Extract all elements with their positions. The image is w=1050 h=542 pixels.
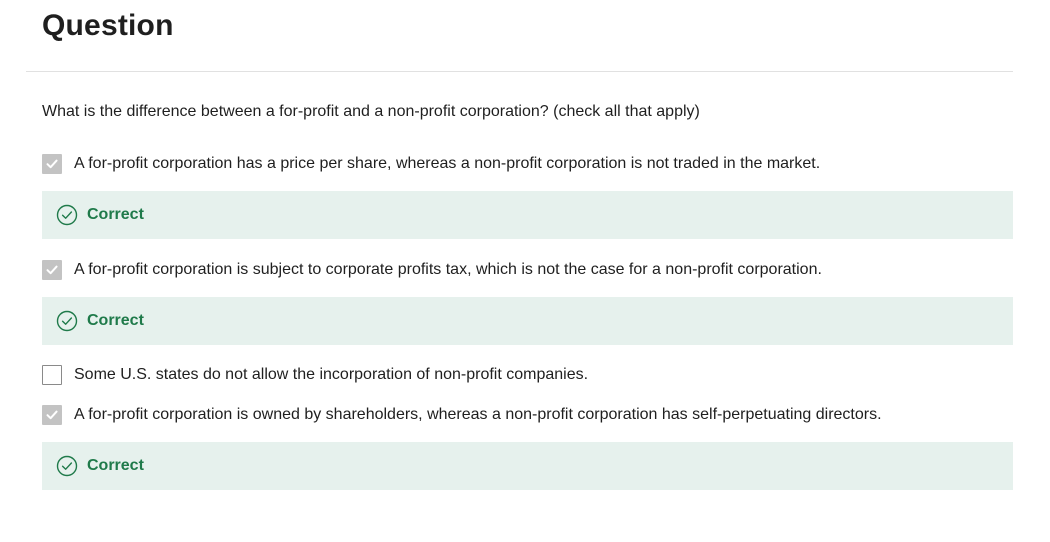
feedback-text: Correct	[87, 457, 144, 474]
feedback-correct: Correct	[42, 191, 1013, 239]
check-circle-icon	[56, 310, 78, 332]
check-circle-icon	[56, 204, 78, 226]
answer-option-2[interactable]: A for-profit corporation is subject to c…	[42, 257, 1013, 283]
answer-option-1[interactable]: A for-profit corporation has a price per…	[42, 151, 1013, 177]
checkmark-icon	[46, 159, 58, 169]
option-label: A for-profit corporation is subject to c…	[74, 261, 822, 278]
feedback-text: Correct	[87, 312, 144, 329]
check-circle-icon	[56, 455, 78, 477]
divider	[26, 71, 1013, 72]
option-checkbox[interactable]	[42, 405, 62, 425]
answer-option-3[interactable]: Some U.S. states do not allow the incorp…	[42, 362, 1013, 388]
feedback-text: Correct	[87, 206, 144, 223]
option-label: A for-profit corporation has a price per…	[74, 155, 821, 172]
page-title: Question	[42, 9, 174, 42]
checkmark-icon	[46, 265, 58, 275]
feedback-correct: Correct	[42, 297, 1013, 345]
option-label: A for-profit corporation is owned by sha…	[74, 406, 882, 423]
option-label: Some U.S. states do not allow the incorp…	[74, 366, 589, 383]
option-checkbox[interactable]	[42, 154, 62, 174]
quiz-question-page: Question What is the difference between …	[0, 0, 1050, 542]
feedback-correct: Correct	[42, 442, 1013, 490]
checkmark-icon	[46, 410, 58, 420]
question-prompt: What is the difference between a for-pro…	[42, 103, 700, 120]
answer-option-4[interactable]: A for-profit corporation is owned by sha…	[42, 402, 1013, 428]
option-checkbox[interactable]	[42, 365, 62, 385]
option-checkbox[interactable]	[42, 260, 62, 280]
